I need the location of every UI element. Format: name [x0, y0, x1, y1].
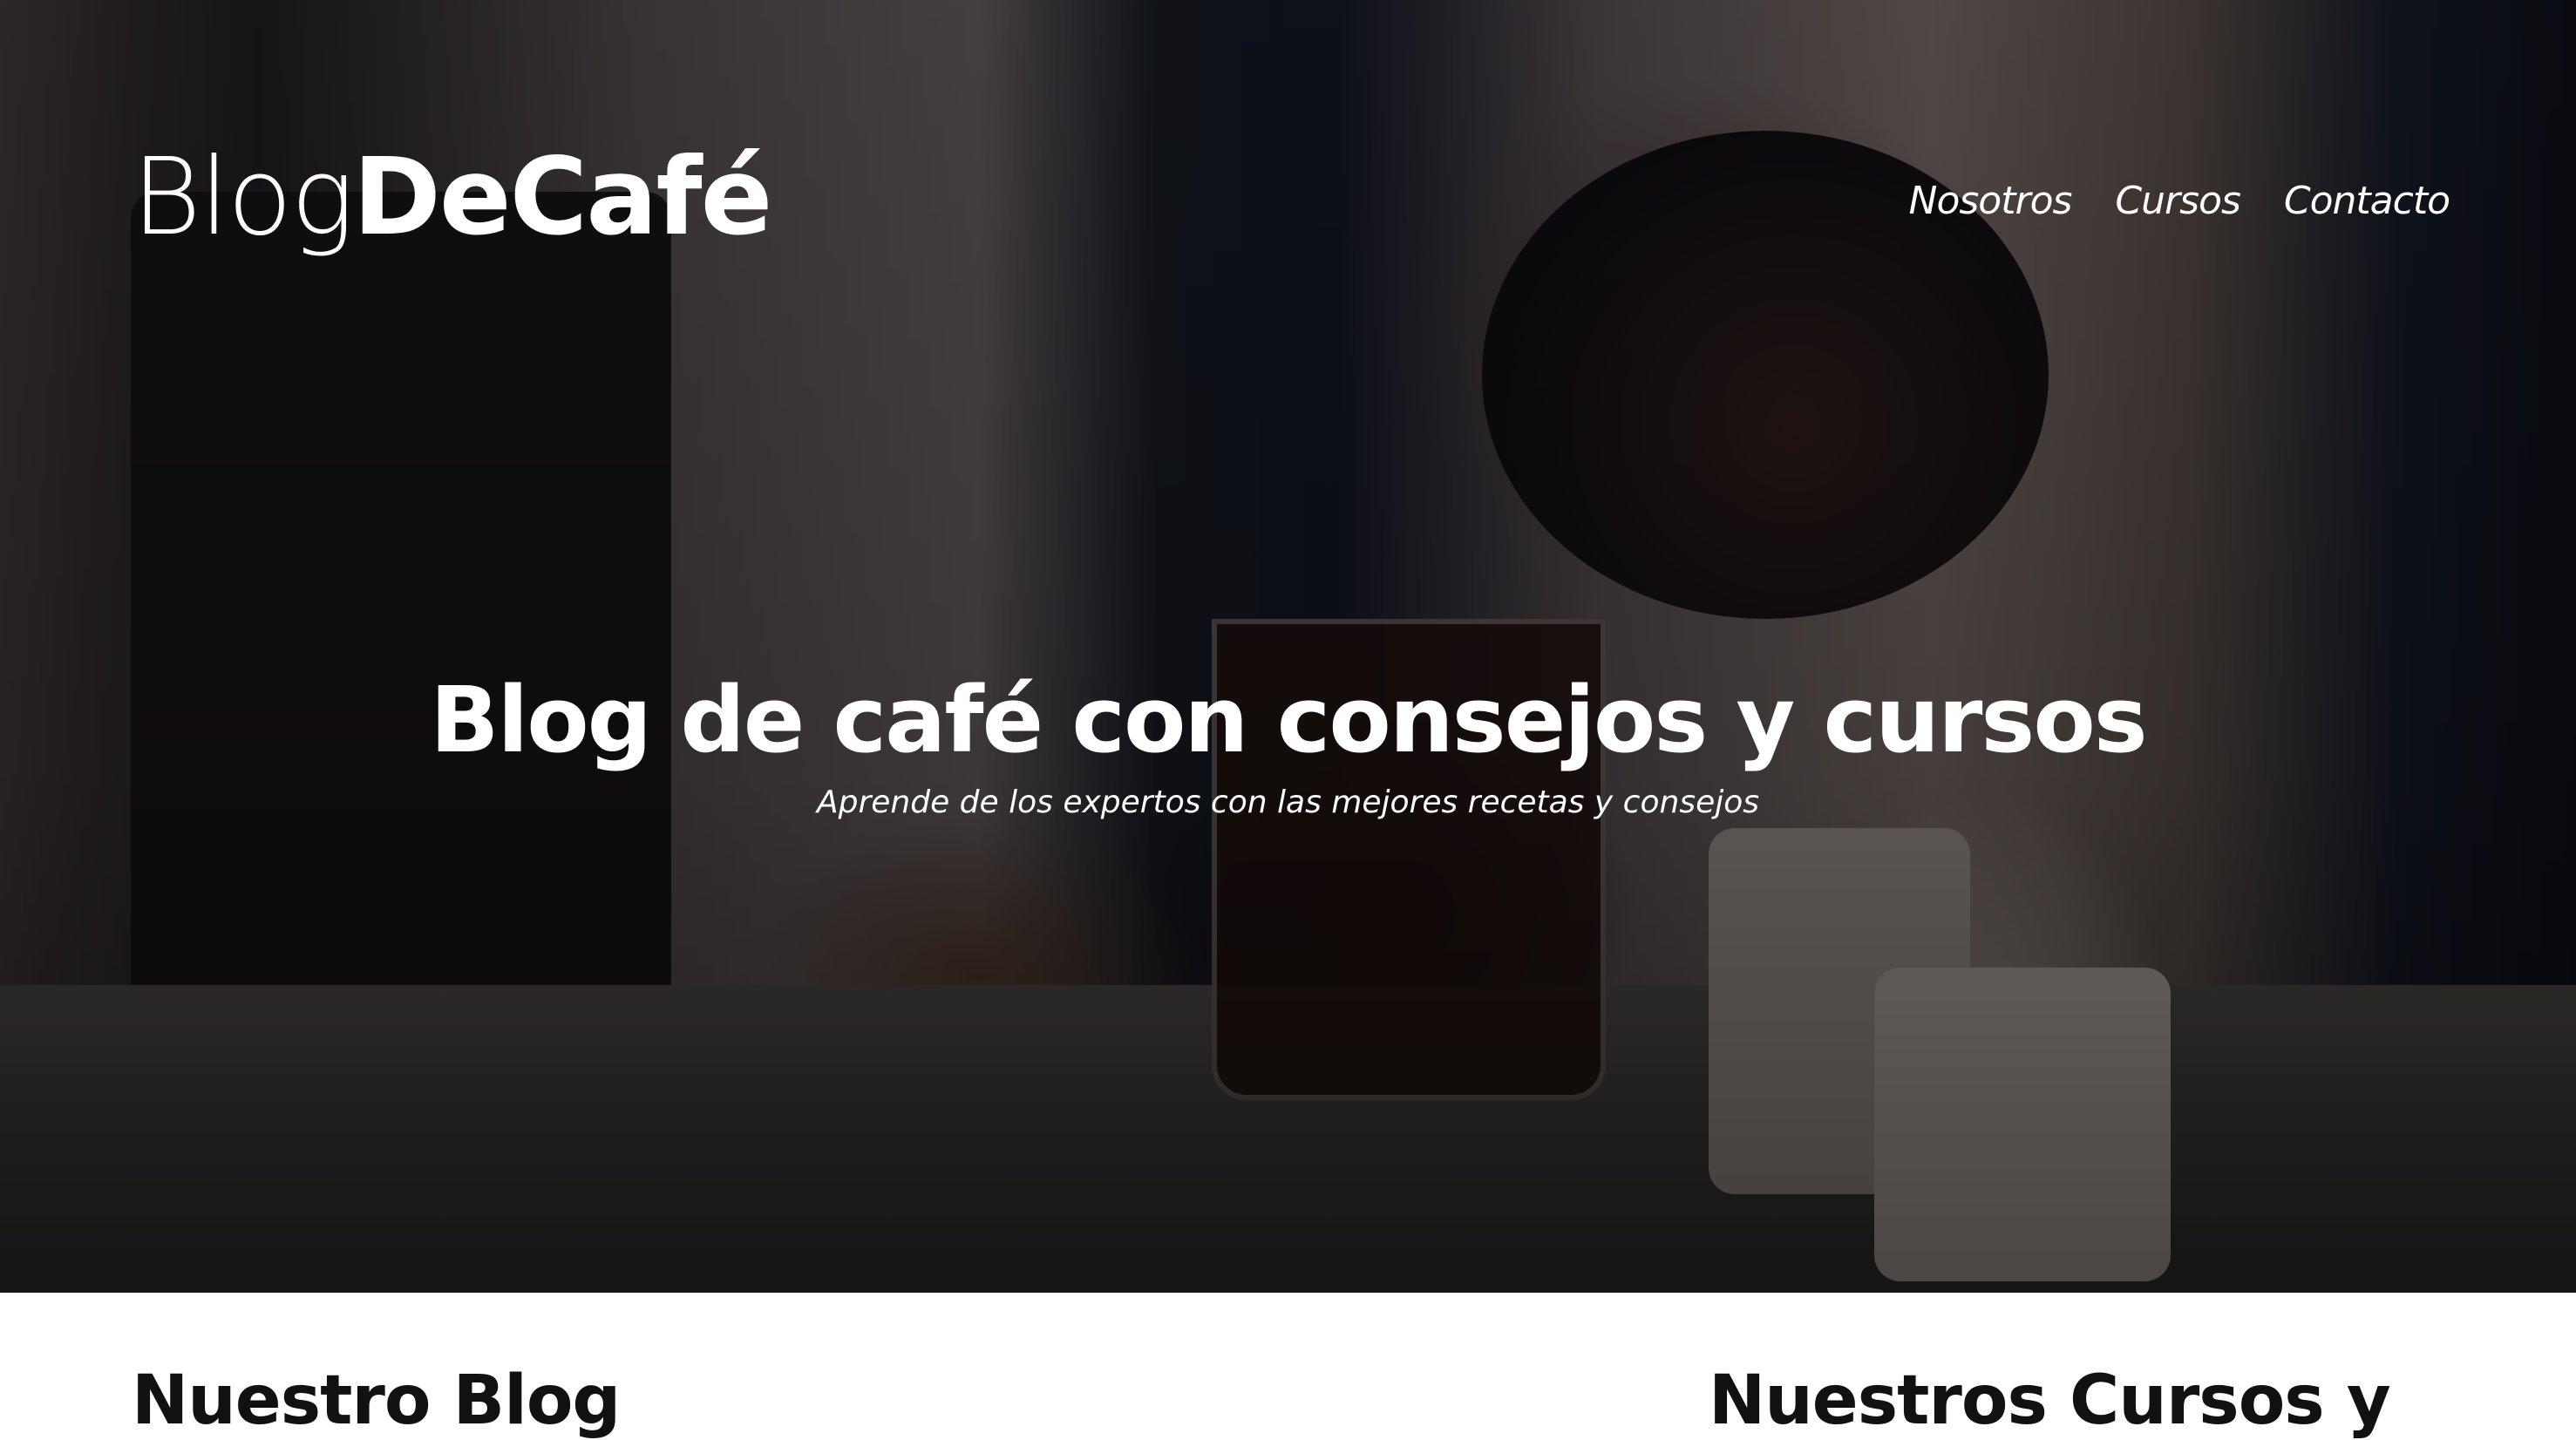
hero-subtitle: Aprende de los expertos con las mejores … [816, 785, 1760, 820]
main-nav: Nosotros Cursos Contacto [1909, 179, 2450, 223]
courses-heading: Nuestros Cursos y [1709, 1362, 2391, 1440]
logo-light-text: Blog [132, 135, 355, 259]
blog-heading: Nuestro Blog [132, 1362, 621, 1440]
nav-cursos[interactable]: Cursos [2115, 179, 2240, 223]
site-logo[interactable]: BlogDeCafé [132, 144, 772, 250]
hero-title: Blog de café con consejos y cursos [430, 667, 2147, 773]
nav-nosotros[interactable]: Nosotros [1909, 179, 2073, 223]
nav-contacto[interactable]: Contacto [2284, 179, 2450, 223]
hero-image-jug [131, 192, 671, 1063]
hero-image-table [0, 985, 2576, 1293]
hero-image-sugar-pot [1874, 968, 2171, 1281]
hero-image-jar [1709, 828, 1970, 1194]
logo-bold-text: DeCafé [352, 135, 773, 259]
